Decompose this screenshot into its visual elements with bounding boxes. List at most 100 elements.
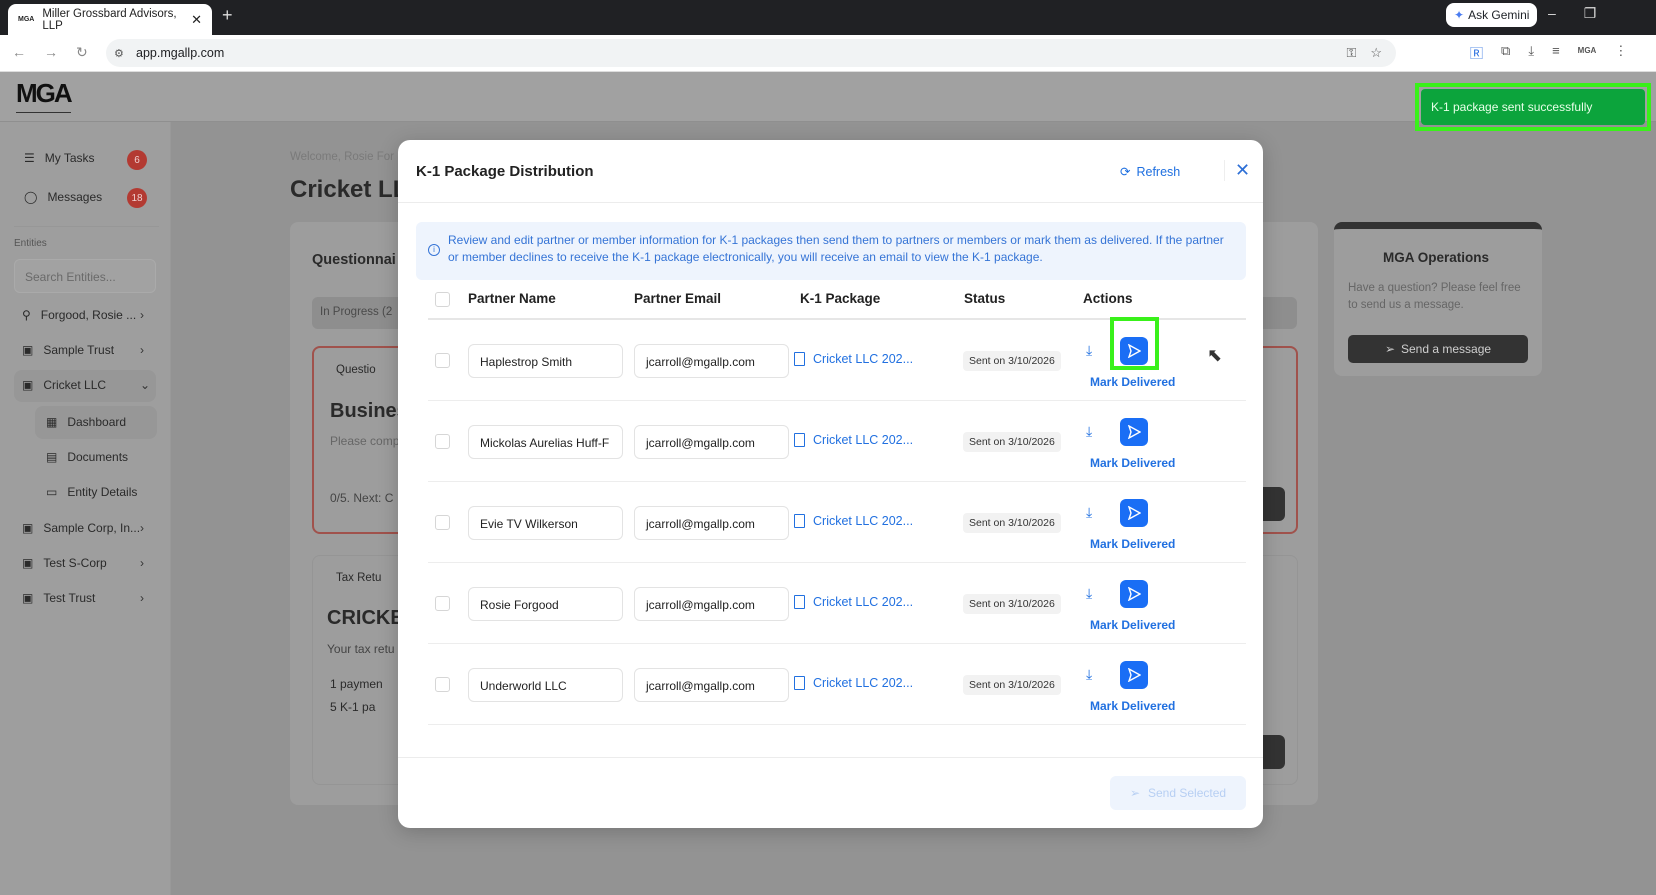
chevron-right-icon: › (140, 556, 144, 570)
status-badge: Sent on 3/10/2026 (963, 675, 1061, 695)
welcome-text: Welcome, Rosie For (290, 151, 394, 163)
entity-label: Test S-Corp (43, 556, 107, 570)
partner-email-input[interactable]: jcarroll@mgallp.com (634, 668, 789, 702)
message-icon: ◯ (24, 190, 38, 204)
send-button[interactable] (1120, 499, 1148, 527)
partner-name-input[interactable]: Rosie Forgood (468, 587, 623, 621)
k1-package-link[interactable]: Cricket LLC 202... (794, 514, 913, 528)
row-checkbox[interactable] (435, 434, 450, 449)
ask-gemini-button[interactable]: ✦ Ask Gemini (1446, 3, 1538, 27)
sidebar-entity-test-s-corp[interactable]: ▣ Test S-Corp (22, 556, 107, 570)
mouse-cursor-icon: ⬉ (1207, 345, 1223, 365)
minimize-icon[interactable]: – (1548, 5, 1556, 22)
mark-delivered-link[interactable]: Mark Delivered (1090, 537, 1175, 551)
partner-name-input[interactable]: Underworld LLC (468, 668, 623, 702)
partner-email-input[interactable]: jcarroll@mgallp.com (634, 587, 789, 621)
my-tasks-label: My Tasks (44, 151, 95, 165)
sidebar-entity-sample-corp[interactable]: ▣ Sample Corp, In... (22, 521, 140, 535)
k1-package-link[interactable]: Cricket LLC 202... (794, 595, 913, 609)
entities-heading: Entities (14, 238, 47, 249)
refresh-button[interactable]: ⟳ Refresh (1120, 164, 1181, 180)
briefcase-icon: ▣ (22, 591, 34, 605)
refresh-label: Refresh (1136, 164, 1181, 179)
please-text: Please comp (330, 434, 400, 448)
address-bar[interactable]: ⚙ app.mgallp.com ⚿ ☆ (106, 39, 1396, 67)
download-icon[interactable]: ⤓ (1086, 423, 1092, 440)
menu-icon[interactable]: ⋮ (1614, 43, 1627, 62)
extension-r-icon[interactable]: 🅁 (1470, 43, 1483, 62)
download-icon[interactable]: ⤓ (1528, 43, 1534, 62)
new-tab-icon[interactable]: + (222, 5, 233, 26)
key-icon[interactable]: ⚿ (1346, 45, 1356, 61)
k1-package-link[interactable]: Cricket LLC 202... (794, 676, 913, 690)
back-icon[interactable]: ← (12, 44, 26, 61)
entity-title: Cricket LL (290, 176, 408, 203)
download-icon[interactable]: ⤓ (1086, 342, 1092, 359)
close-modal-button[interactable]: ✕ (1224, 160, 1250, 181)
entity-label: Test Trust (43, 591, 96, 605)
send-message-button[interactable]: ➢ Send a message (1348, 335, 1528, 363)
col-status: Status (964, 291, 1006, 306)
restore-icon[interactable]: ❐ (1584, 5, 1597, 22)
download-icon[interactable]: ⤓ (1086, 504, 1092, 521)
row-checkbox[interactable] (435, 353, 450, 368)
send-icon (1127, 587, 1141, 601)
status-badge: Sent on 3/10/2026 (963, 432, 1061, 452)
puzzle-icon[interactable]: ⧉ (1501, 43, 1510, 62)
sidebar-messages[interactable]: ◯ Messages (24, 190, 102, 204)
sidebar-documents[interactable]: ▤ Documents (46, 450, 128, 464)
search-entities-input[interactable]: Search Entities... (14, 259, 156, 293)
sidebar-entity-sample-trust[interactable]: ▣ Sample Trust (22, 343, 114, 357)
download-icon[interactable]: ⤓ (1086, 666, 1092, 683)
reading-list-icon[interactable]: ≡ (1552, 43, 1560, 62)
row-checkbox[interactable] (435, 596, 450, 611)
k1-package-link[interactable]: Cricket LLC 202... (794, 352, 913, 366)
info-banner: i Review and edit partner or member infor… (416, 222, 1246, 280)
mark-delivered-link[interactable]: Mark Delivered (1090, 456, 1175, 470)
k1-package-label: Cricket LLC 202... (813, 352, 914, 366)
partner-name-input[interactable]: Mickolas Aurelias Huff-F (468, 425, 623, 459)
select-all-checkbox[interactable] (435, 292, 450, 307)
mark-delivered-link[interactable]: Mark Delivered (1090, 618, 1175, 632)
file-icon (794, 595, 805, 609)
table-row: Underworld LLC jcarroll@mgallp.com Crick… (428, 644, 1246, 725)
table-row: Evie TV Wilkerson jcarroll@mgallp.com Cr… (428, 482, 1246, 563)
sidebar-entity-details[interactable]: ▭ Entity Details (46, 485, 137, 499)
partner-name-input[interactable]: Haplestrop Smith (468, 344, 623, 378)
mga-logo[interactable]: MGA (16, 80, 73, 113)
mga-extension-icon[interactable]: MGA (1578, 46, 1597, 62)
forward-icon[interactable]: → (44, 44, 58, 61)
k1-packages-text: 5 K-1 pa (330, 700, 376, 714)
sidebar-dashboard[interactable]: ▦ Dashboard (46, 415, 126, 429)
download-icon[interactable]: ⤓ (1086, 585, 1092, 602)
send-button[interactable] (1120, 580, 1148, 608)
close-tab-icon[interactable]: ✕ (191, 12, 202, 28)
mark-delivered-link[interactable]: Mark Delivered (1090, 699, 1175, 713)
url-text: app.mgallp.com (136, 46, 225, 60)
col-partner-email: Partner Email (634, 291, 722, 306)
partner-email-input[interactable]: jcarroll@mgallp.com (634, 506, 789, 540)
briefcase-icon: ▣ (22, 343, 34, 357)
browser-tab[interactable]: MGA Miller Grossbard Advisors, LLP ✕ (8, 4, 212, 35)
entity-label: Cricket LLC (43, 378, 107, 392)
send-button[interactable] (1120, 661, 1148, 689)
sidebar-entity-forgood[interactable]: ⚲ Forgood, Rosie ... (22, 308, 136, 322)
site-settings-icon[interactable]: ⚙ (114, 47, 124, 60)
sidebar-my-tasks[interactable]: ☰ My Tasks (24, 151, 95, 165)
star-icon[interactable]: ☆ (1370, 45, 1382, 61)
partner-email-input[interactable]: jcarroll@mgallp.com (634, 344, 789, 378)
success-toast: K-1 package sent successfully (1421, 89, 1645, 125)
sidebar-entity-cricket-llc[interactable]: ▣ Cricket LLC (22, 378, 106, 392)
row-checkbox[interactable] (435, 515, 450, 530)
partner-name-input[interactable]: Evie TV Wilkerson (468, 506, 623, 540)
partner-email-input[interactable]: jcarroll@mgallp.com (634, 425, 789, 459)
modal-title: K-1 Package Distribution (416, 163, 594, 180)
send-button[interactable] (1120, 418, 1148, 446)
row-checkbox[interactable] (435, 677, 450, 692)
sidebar-entity-test-trust[interactable]: ▣ Test Trust (22, 591, 95, 605)
k1-package-link[interactable]: Cricket LLC 202... (794, 433, 913, 447)
person-icon: ⚲ (22, 308, 31, 322)
mark-delivered-link[interactable]: Mark Delivered (1090, 375, 1175, 389)
reload-icon[interactable]: ↻ (76, 44, 88, 61)
send-selected-button[interactable]: ➢ Send Selected (1110, 776, 1246, 810)
